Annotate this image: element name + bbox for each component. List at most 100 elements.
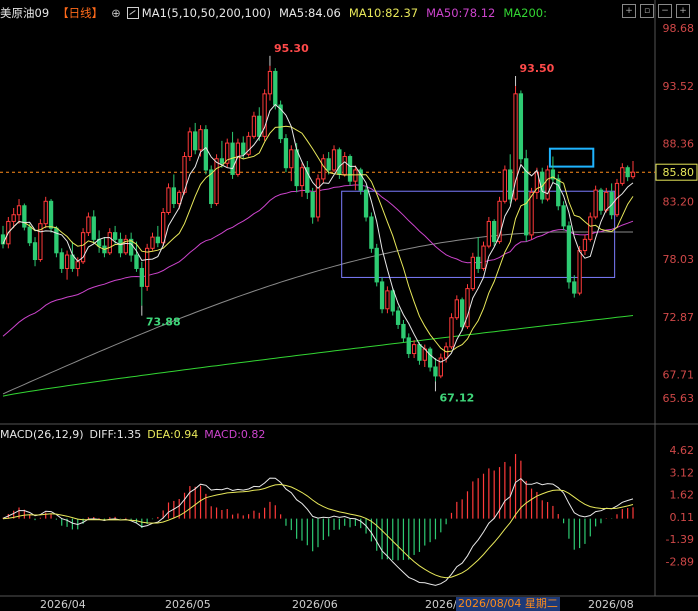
x-tick-label: 2026/04 (40, 598, 86, 611)
candle (91, 210, 96, 244)
candle-body (70, 254, 75, 269)
candle-body (273, 70, 278, 106)
candle-body (470, 256, 475, 290)
candle-body (219, 158, 225, 164)
candle (476, 237, 481, 273)
x-tick-label: 2026/06 (292, 598, 338, 611)
candle (374, 243, 379, 287)
candle (625, 165, 630, 182)
candle (545, 165, 550, 202)
period-label[interactable]: 【日线】 (57, 5, 103, 21)
macd-name[interactable]: MACD(26,12,9) (0, 428, 84, 441)
candle (492, 219, 497, 247)
candle (438, 353, 443, 379)
candle-body (27, 226, 32, 244)
ma-config-label[interactable]: MA1(5,10,50,200,100) (142, 6, 271, 20)
window-controls: + ▫ − + (622, 4, 690, 18)
candle-body (395, 310, 401, 325)
highlight-box (548, 147, 595, 168)
macd-panel-header: MACD(26,12,9) DIFF:1.35 DEA:0.94 MACD:0.… (0, 428, 271, 441)
candle-body (443, 346, 449, 359)
candle (230, 131, 235, 179)
candle-body (112, 232, 118, 240)
candle-body (171, 187, 177, 205)
restore-icon[interactable]: ▫ (640, 4, 654, 18)
candle (107, 228, 112, 256)
price-panel-header: 美原油09 【日线】 ⊕ MA1(5,10,50,200,100) MA5:84… (0, 4, 555, 22)
candle (411, 340, 417, 359)
ma200-line (2, 315, 634, 397)
candle-body (427, 348, 433, 368)
candle-body (417, 344, 422, 361)
candle (278, 100, 283, 144)
candle (267, 65, 273, 101)
macd-tick-label: -2.89 (666, 555, 694, 568)
price-tick-label: 72.87 (663, 311, 695, 324)
candle-body (502, 169, 508, 202)
candle-body (374, 247, 379, 283)
cursor-date-label: 2026/08/04 星期二 (456, 597, 560, 611)
zoom-in-icon[interactable]: + (622, 4, 636, 18)
candle-body (342, 156, 347, 175)
candle-body (508, 169, 513, 200)
candle-body (86, 216, 91, 234)
add-panel-icon[interactable]: + (676, 4, 690, 18)
symbol-label[interactable]: 美原油09 (0, 5, 49, 21)
price-tick-label: 98.68 (663, 22, 695, 35)
candle-body (134, 254, 139, 269)
candle-body (193, 131, 198, 151)
candle (150, 232, 155, 251)
zoom-out-icon[interactable]: − (658, 4, 672, 18)
candle-body (310, 191, 315, 218)
candle (289, 145, 294, 182)
candle (465, 284, 470, 329)
candle (59, 248, 64, 273)
candle-body (620, 167, 625, 184)
candle-body (150, 236, 155, 249)
candle-body (369, 216, 374, 249)
candle-body (566, 225, 572, 283)
candle (299, 163, 305, 197)
candle-body (556, 178, 561, 207)
candle (620, 163, 625, 186)
candle (128, 232, 134, 262)
candle (433, 358, 438, 382)
macd-tick-label: 0.11 (670, 511, 695, 524)
candle (630, 160, 636, 179)
price-tick-label: 93.52 (663, 80, 695, 93)
current-price-label: 85.80 (663, 166, 695, 179)
macd-tick-label: 1.62 (670, 489, 695, 502)
annotation-label: 73.88 (146, 316, 181, 329)
candle (123, 234, 128, 256)
candle-body (321, 158, 326, 180)
candle (48, 199, 54, 233)
price-chart[interactable]: 95.30 73.88 93.50 67.12 98.68 93.52 88.36 83.20… (0, 0, 698, 611)
candle (486, 216, 492, 249)
candle (273, 68, 278, 110)
candle (187, 127, 193, 161)
candle-body (518, 93, 524, 160)
candle-body (289, 149, 294, 169)
candle-body (11, 214, 16, 222)
candle-body (267, 70, 273, 95)
candle-body (241, 142, 246, 155)
candle-body (411, 344, 417, 355)
candle-body (139, 267, 144, 287)
candle-body (331, 149, 337, 171)
ma-settings-icon[interactable] (126, 7, 139, 19)
candle (385, 286, 390, 314)
plus-circle-icon[interactable]: ⊕ (111, 6, 121, 20)
annotation-label: 95.30 (274, 42, 309, 55)
macd-value: MACD:0.82 (204, 428, 266, 441)
candle (16, 199, 22, 224)
candle (38, 219, 43, 262)
candle-body (604, 191, 609, 211)
candle-body (454, 299, 459, 319)
candle-body (187, 131, 193, 158)
candle-body (529, 191, 534, 236)
candle (401, 319, 406, 343)
price-tick-label: 83.20 (663, 195, 695, 208)
candle (43, 196, 48, 229)
candle (481, 241, 486, 271)
ma50-value: MA50:78.12 (426, 6, 496, 20)
